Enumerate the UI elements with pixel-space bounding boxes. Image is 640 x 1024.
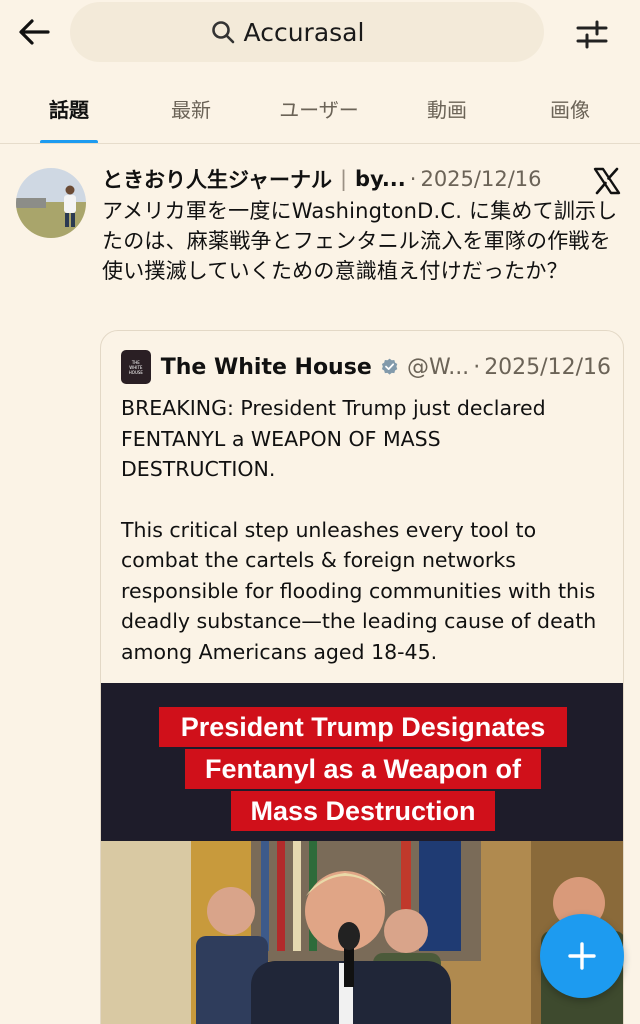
tab-videos[interactable]: 動画: [398, 78, 496, 138]
top-bar: Accurasal: [0, 0, 640, 70]
quoted-post-date: 2025/12/16: [484, 354, 611, 380]
verified-badge-icon: [381, 358, 398, 375]
quoted-post-text: BREAKING: President Trump just declared …: [121, 393, 601, 697]
sliders-icon: [576, 20, 608, 49]
white-house-logo[interactable]: THE WHITE HOUSE: [121, 350, 151, 384]
banner-line-2: Fentanyl as a Weapon of: [185, 749, 541, 789]
post-date: 2025/12/16: [420, 167, 542, 191]
quoted-post-card[interactable]: THE WHITE HOUSE The White House @W... · …: [100, 330, 624, 1024]
tab-images[interactable]: 画像: [520, 78, 620, 138]
x-logo-icon[interactable]: [592, 166, 622, 196]
name-separator: |: [339, 167, 348, 191]
dot-separator: ·: [473, 354, 481, 380]
arrow-left-icon: [19, 19, 50, 45]
banner-line-1: President Trump Designates: [159, 707, 567, 747]
post-header: ときおり人生ジャーナル | by... · 2025/12/16: [102, 162, 572, 196]
search-icon: [211, 21, 234, 44]
tab-trending[interactable]: 話題: [20, 78, 118, 138]
banner-line-3: Mass Destruction: [231, 791, 495, 831]
tabs-divider: [0, 143, 640, 144]
dot-separator: ·: [409, 167, 417, 191]
quoted-paragraph-2: This critical step unleashes every tool …: [121, 517, 597, 664]
compose-button[interactable]: [540, 914, 624, 998]
search-tabs: 話題 最新 ユーザー 動画 画像: [0, 78, 640, 144]
avatar[interactable]: [16, 168, 86, 238]
search-results-screen: Accurasal 話題 最新 ユーザー 動画 画像 ときおり人生ジャーナル |…: [0, 0, 640, 1024]
tab-latest[interactable]: 最新: [142, 78, 240, 138]
back-button[interactable]: [14, 12, 54, 52]
filter-button[interactable]: [572, 14, 612, 54]
quoted-post-header: THE WHITE HOUSE The White House @W... · …: [121, 349, 611, 385]
avatar-photo: [16, 168, 86, 238]
search-input[interactable]: Accurasal: [70, 2, 544, 62]
author-handle[interactable]: by...: [355, 167, 406, 191]
quoted-paragraph-1: BREAKING: President Trump just declared …: [121, 396, 546, 481]
post-text: アメリカ軍を一度にWashingtonD.C. に集めて訓示したのは、麻薬戦争と…: [102, 199, 618, 283]
search-query-text: Accurasal: [243, 17, 365, 47]
plus-icon: [568, 942, 596, 970]
author-name[interactable]: ときおり人生ジャーナル: [102, 164, 332, 194]
quoted-author-name[interactable]: The White House: [161, 355, 372, 380]
tab-users[interactable]: ユーザー: [262, 78, 376, 138]
quoted-author-handle[interactable]: @W...: [407, 355, 469, 380]
